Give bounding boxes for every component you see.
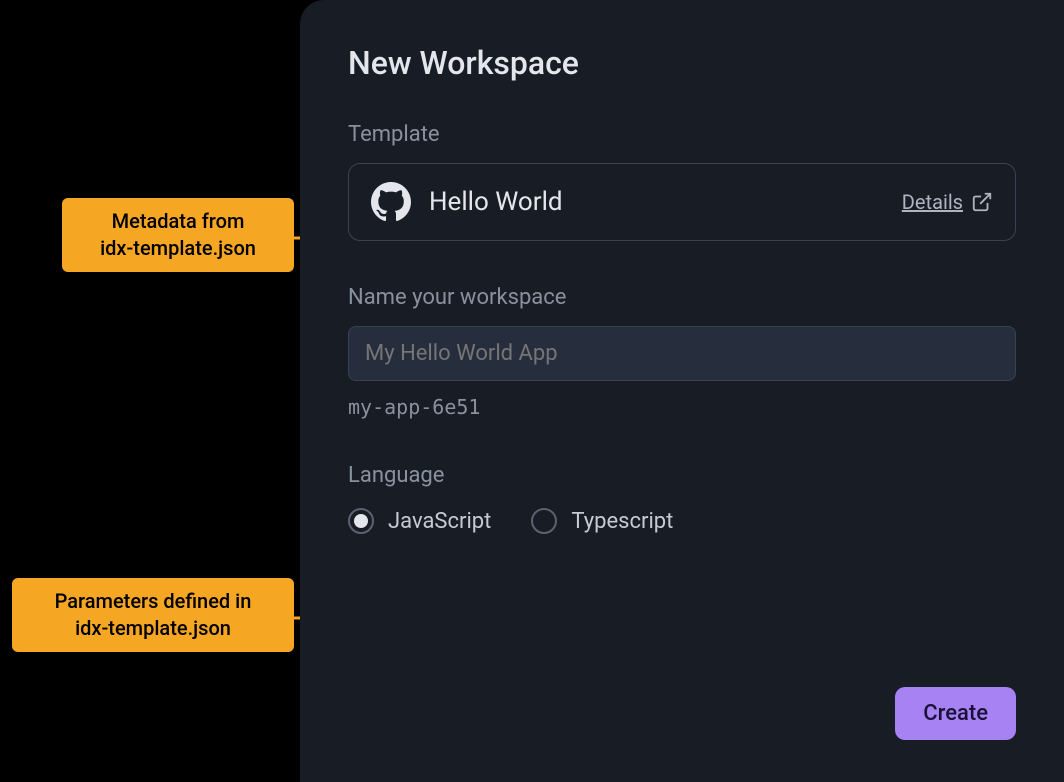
github-icon <box>371 182 411 222</box>
callout-text: idx-template.json <box>75 616 231 640</box>
panel-title: New Workspace <box>348 44 1016 82</box>
callout-text: idx-template.json <box>100 236 256 260</box>
radio-option-typescript[interactable]: Typescript <box>531 508 673 534</box>
external-link-icon <box>971 191 993 213</box>
template-card[interactable]: Hello World Details <box>348 163 1016 241</box>
template-section-label: Template <box>348 122 1016 147</box>
workspace-slug: my-app-6e51 <box>348 395 1016 419</box>
callout-text: Parameters defined in <box>55 589 252 613</box>
radio-label: Typescript <box>571 509 673 534</box>
callout-parameters: Parameters defined in idx-template.json <box>12 578 294 652</box>
name-section-label: Name your workspace <box>348 285 1016 310</box>
radio-indicator <box>348 508 374 534</box>
radio-option-javascript[interactable]: JavaScript <box>348 508 491 534</box>
radio-indicator <box>531 508 557 534</box>
callout-metadata: Metadata from idx-template.json <box>62 198 294 272</box>
details-label: Details <box>902 190 963 214</box>
create-button[interactable]: Create <box>895 687 1016 740</box>
language-radio-group: JavaScript Typescript <box>348 508 1016 534</box>
callout-text: Metadata from <box>112 209 245 233</box>
language-section-label: Language <box>348 463 1016 488</box>
workspace-name-input[interactable] <box>348 326 1016 381</box>
template-name: Hello World <box>429 187 884 217</box>
details-link[interactable]: Details <box>902 190 993 214</box>
radio-label: JavaScript <box>388 509 491 534</box>
new-workspace-panel: New Workspace Template Hello World Detai… <box>300 0 1064 782</box>
